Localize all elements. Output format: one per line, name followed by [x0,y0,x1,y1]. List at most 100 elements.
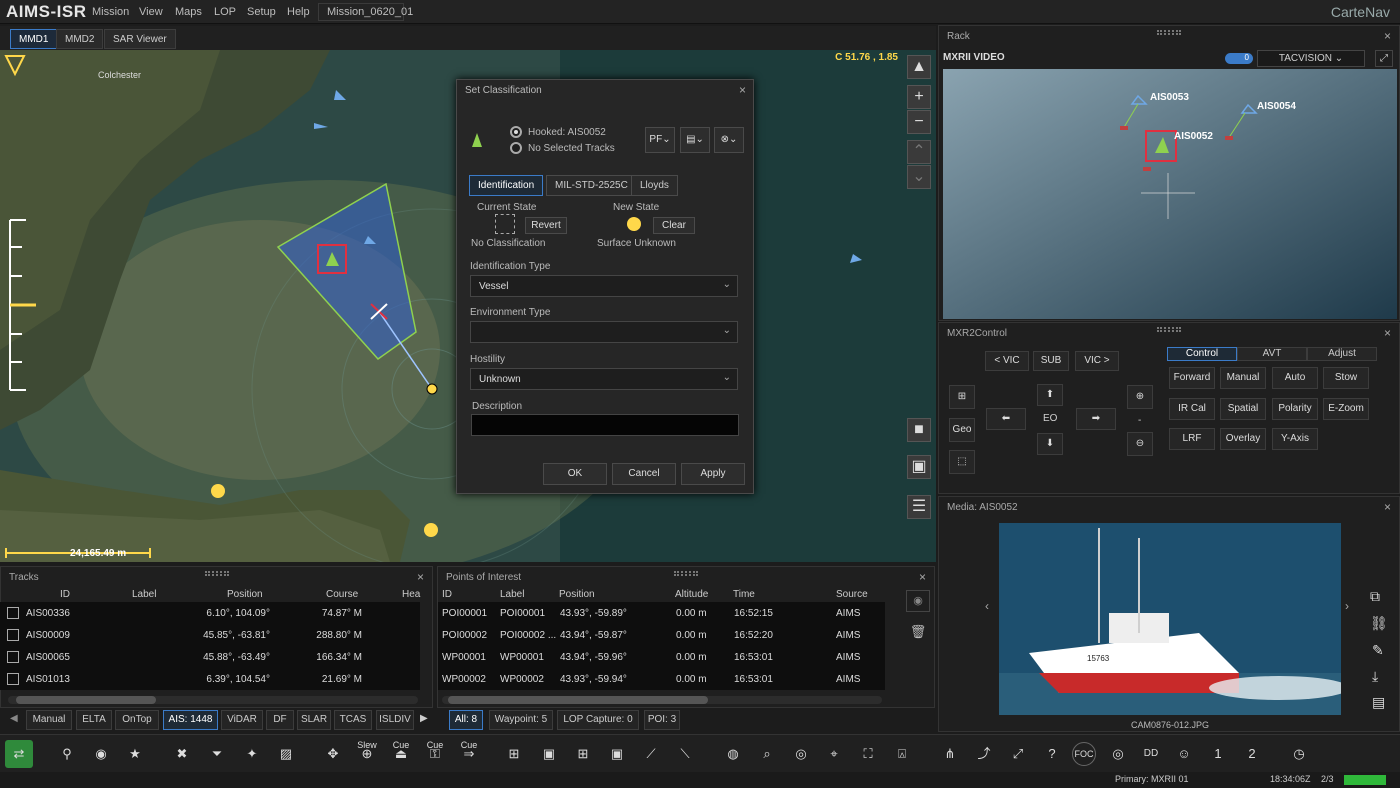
layer-button[interactable]: ■ [907,418,931,442]
hostility-select[interactable]: Unknown ⌄ [470,368,738,390]
menu-help[interactable]: Help [287,6,310,18]
grip-icon[interactable] [674,571,698,576]
tab-control[interactable]: Control [1167,347,1237,361]
save-dropdown[interactable]: ▤⌄ [680,127,710,153]
image-icon[interactable]: ▨ [272,740,300,768]
radio-hooked[interactable] [510,126,522,138]
tab-ontop[interactable]: OnTop [115,710,159,730]
path-icon[interactable]: ⟋ [637,740,665,768]
video-feed[interactable] [943,69,1397,319]
row-checkbox[interactable] [7,607,19,619]
chevron-up-icon[interactable]: ⌃ [907,140,931,164]
zoom-in-icon[interactable]: ⊕ [1127,385,1153,409]
col-label[interactable]: Label [500,589,524,600]
tab-isldiv[interactable]: ISLDIV [376,710,414,730]
record-icon[interactable]: ▣ [535,740,563,768]
chart-icon[interactable]: ⤢ [1004,740,1032,768]
grip-icon[interactable] [1157,327,1181,332]
menu-lop[interactable]: LOP [214,6,236,18]
tab-ais-1448[interactable]: AIS: 1448 [163,710,218,730]
rings-radar-icon[interactable]: ◎ [1104,740,1132,768]
menu-maps[interactable]: Maps [175,6,202,18]
clear-button[interactable]: Clear [653,217,695,234]
cue-lock-button[interactable]: Cue ⚿ [421,740,449,768]
dd-button[interactable]: DD [1137,740,1165,768]
col-id[interactable]: ID [442,589,452,600]
table-row[interactable]: POI00001 POI00001 43.93°, -59.89° 0.00 m 16:… [438,602,885,624]
tab-poi-3[interactable]: POI: 3 [644,710,680,730]
col-source[interactable]: Source [836,589,868,600]
move-icon[interactable]: ✥ [319,740,347,768]
tab-identification[interactable]: Identification [469,175,544,196]
col-course[interactable]: Course [326,589,358,600]
foc-button[interactable]: FOC [1072,742,1096,766]
control-e-zoom-button[interactable]: E-Zoom [1323,398,1369,420]
camera-button[interactable]: ▣ [907,455,931,479]
close-icon[interactable]: × [1384,326,1391,340]
list-button[interactable]: ☰ [907,495,931,519]
arrow-up-icon[interactable]: ⬆ [1037,384,1063,406]
zoom-out-icon[interactable]: ⊖ [1127,432,1153,456]
menu-mission[interactable]: Mission [92,6,129,18]
pf-dropdown[interactable]: PF⌄ [645,127,675,153]
star-icon[interactable]: ★ [121,740,149,768]
star-filter-icon[interactable]: ✦ [238,740,266,768]
clock-icon[interactable]: ◷ [1285,740,1313,768]
revert-button[interactable]: Revert [525,217,567,234]
menu-view[interactable]: View [139,6,163,18]
north-up-button[interactable]: ▲ [907,55,931,79]
center-icon[interactable]: ⌖ [820,740,848,768]
menu-setup[interactable]: Setup [247,6,276,18]
close-icon[interactable]: × [919,570,926,584]
gallery-icon[interactable]: ⧉ [1370,588,1380,605]
arrow-down-icon[interactable]: ⬇ [1037,433,1063,455]
table-row[interactable]: WP00001 WP00001 43.94°, -59.96° 0.00 m 16:53… [438,646,885,668]
ok-button[interactable]: OK [543,463,607,485]
next-media-icon[interactable]: › [1345,599,1349,613]
tab-sar-viewer[interactable]: SAR Viewer [104,29,176,49]
control-auto-button[interactable]: Auto [1272,367,1318,389]
filter-icon[interactable]: ⏷ [203,740,231,768]
trash-icon[interactable]: 🗑 [906,622,930,644]
tab-mil-std[interactable]: MIL-STD-2525C [546,175,637,196]
stop-icon[interactable]: ▣ [603,740,631,768]
save-icon[interactable]: ▤ [1372,694,1385,711]
marker-icon[interactable]: ⚲ [53,740,81,768]
aircraft-icon[interactable] [426,383,438,395]
zoom-in-button[interactable]: + [907,85,931,109]
edit-icon[interactable]: ✎ [1372,642,1384,659]
diagonal-icon[interactable]: ⟍ [671,740,699,768]
arrow-left-icon[interactable]: ⬅ [986,408,1026,430]
slew-button[interactable]: Slew ⊕ [353,740,381,768]
frame-icon[interactable]: ⛶ [854,740,882,768]
route-icon[interactable]: ⤴ [970,740,998,768]
close-icon[interactable]: × [1384,500,1391,514]
cue-next-button[interactable]: Cue ⇒ [455,740,483,768]
control-stow-button[interactable]: Stow [1323,367,1369,389]
env-type-select[interactable]: ⌄ [470,321,738,343]
tab-manual[interactable]: Manual [26,710,72,730]
tab-elta[interactable]: ELTA [76,710,112,730]
sub-button[interactable]: SUB [1033,351,1069,371]
control-manual-button[interactable]: Manual [1220,367,1266,389]
close-icon[interactable]: × [1384,29,1391,43]
row-checkbox[interactable] [7,629,19,641]
grid-mode-icon[interactable]: ⊞ [569,740,597,768]
control-lrf-button[interactable]: LRF [1169,428,1215,450]
sensor-mode-icon[interactable]: ⊞ [500,740,528,768]
zoom-search-icon[interactable]: ⌕ [753,740,781,768]
prev-media-icon[interactable]: ‹ [985,599,989,613]
radar-icon[interactable]: ◍ [719,740,747,768]
table-row[interactable]: POI00002 POI00002 ... 43.94°, -59.87° 0.00 … [438,624,885,646]
table-row[interactable]: AIS00336 6.10°, 104.09° 74.87° M [0,602,420,624]
clear-dropdown[interactable]: ⊗⌄ [714,127,744,153]
tab-all-8[interactable]: All: 8 [449,710,483,730]
zoom-out-button[interactable]: − [907,110,931,134]
col-position[interactable]: Position [559,589,595,600]
vector-icon[interactable]: ⍓ [888,740,916,768]
poi-marker[interactable] [424,523,438,537]
target-icon[interactable]: ◉ [87,740,115,768]
video-toggle[interactable]: 0 [1225,53,1253,64]
close-icon[interactable]: × [417,570,424,584]
description-input[interactable] [471,414,739,436]
